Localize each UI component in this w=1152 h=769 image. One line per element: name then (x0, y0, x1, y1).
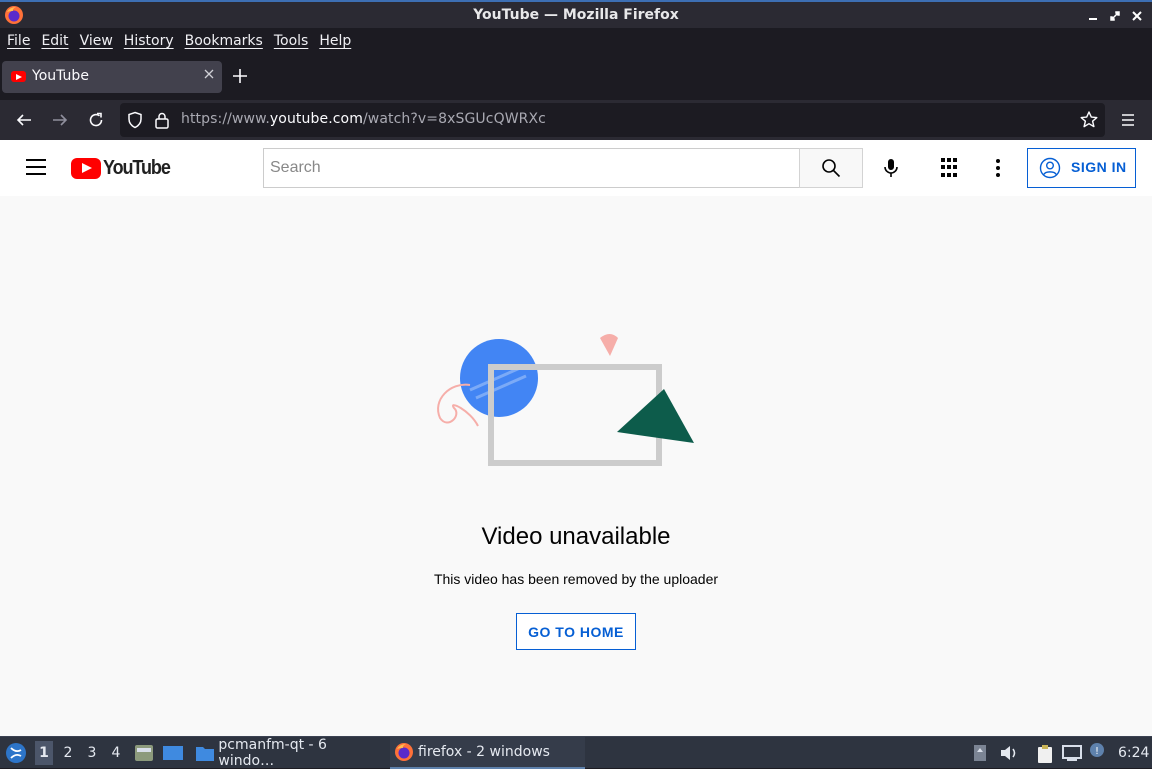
network-icon[interactable] (1062, 744, 1082, 762)
minimize-icon (1089, 18, 1097, 20)
microphone-icon[interactable] (879, 156, 903, 180)
show-desktop-icon[interactable] (162, 743, 184, 763)
notification-icon[interactable]: ! (1089, 742, 1105, 758)
menu-help[interactable]: Help (315, 33, 358, 49)
workspace-1[interactable]: 1 (35, 741, 53, 765)
menu-file[interactable]: File (3, 33, 37, 49)
reload-button[interactable] (84, 108, 108, 132)
clipboard-icon[interactable] (1035, 744, 1055, 764)
firefox-icon (395, 743, 413, 761)
navigation-toolbar: https://www.youtube.com/watch?v=8xSGUcQW… (0, 100, 1152, 140)
close-icon (1132, 11, 1142, 21)
youtube-favicon-icon (11, 71, 26, 82)
search-icon (822, 159, 841, 178)
taskbar-task-firefox[interactable]: firefox - 2 windows (390, 737, 585, 769)
sign-in-label: SIGN IN (1071, 159, 1127, 175)
window-controls (1082, 6, 1148, 26)
maximize-button[interactable] (1104, 6, 1126, 26)
tab-strip: YouTube (0, 54, 1152, 100)
new-tab-button[interactable] (233, 66, 247, 88)
tab-youtube[interactable]: YouTube (2, 61, 222, 93)
search-input[interactable] (264, 149, 799, 187)
task-label: pcmanfm-qt - 6 windo… (218, 737, 327, 769)
lock-icon[interactable] (154, 111, 170, 129)
more-options-icon[interactable] (996, 159, 1000, 177)
hamburger-menu-icon (1122, 114, 1134, 126)
video-unavailable-illustration (437, 334, 694, 466)
window-titlebar: YouTube — Mozilla Firefox (0, 0, 1152, 28)
folder-icon (196, 747, 214, 761)
search-box (263, 148, 800, 188)
error-title: Video unavailable (481, 523, 671, 550)
file-manager-launcher-icon[interactable] (134, 743, 154, 763)
back-button[interactable] (12, 108, 36, 132)
shield-icon[interactable] (126, 111, 144, 129)
account-circle-icon (1039, 157, 1061, 179)
app-menu-button[interactable] (1116, 108, 1140, 132)
menu-history[interactable]: History (120, 33, 181, 49)
plus-icon (233, 69, 247, 83)
window-title: YouTube — Mozilla Firefox (473, 7, 679, 23)
go-to-home-button[interactable]: GO TO HOME (516, 613, 636, 650)
menu-bookmarks[interactable]: Bookmarks (181, 33, 270, 49)
arrow-right-icon (53, 114, 68, 126)
guide-menu-icon[interactable] (26, 159, 46, 175)
tab-title: YouTube (32, 68, 89, 84)
youtube-logo-text: YouTube (103, 156, 171, 179)
menu-bar: File Edit View History Bookmarks Tools H… (0, 28, 1152, 54)
system-taskbar: 1 2 3 4 pcmanfm-qt - 6 windo… firefox - … (0, 736, 1152, 769)
close-window-button[interactable] (1126, 6, 1148, 26)
url-bar[interactable]: https://www.youtube.com/watch?v=8xSGUcQW… (120, 103, 1105, 137)
workspace-4[interactable]: 4 (107, 745, 125, 761)
close-icon (204, 69, 214, 79)
youtube-play-icon (71, 157, 101, 179)
youtube-header: YouTube SIGN IN (0, 140, 1152, 196)
search-button[interactable] (799, 148, 863, 188)
apps-grid-icon[interactable] (941, 158, 961, 178)
youtube-logo[interactable]: YouTube (71, 156, 177, 180)
task-label: firefox - 2 windows (418, 744, 550, 760)
clock[interactable]: 6:24 (1118, 745, 1149, 761)
volume-icon[interactable] (999, 744, 1019, 762)
taskbar-task-pcmanfm[interactable]: pcmanfm-qt - 6 windo… (192, 737, 382, 769)
storage-tray-icon[interactable] (972, 744, 988, 762)
reload-icon (89, 112, 103, 127)
restore-icon (1110, 11, 1120, 21)
menu-tools[interactable]: Tools (270, 33, 316, 49)
firefox-icon (5, 6, 23, 24)
forward-button[interactable] (48, 108, 72, 132)
url-text[interactable]: https://www.youtube.com/watch?v=8xSGUcQW… (181, 111, 546, 127)
menu-view[interactable]: View (76, 33, 120, 49)
svg-text:!: ! (1095, 746, 1099, 757)
arrow-left-icon (16, 114, 31, 126)
workspace-3[interactable]: 3 (83, 745, 101, 761)
sign-in-button[interactable]: SIGN IN (1027, 148, 1136, 188)
bookmark-star-icon[interactable] (1079, 110, 1099, 130)
start-menu-icon[interactable] (5, 742, 27, 764)
minimize-button[interactable] (1082, 6, 1104, 26)
workspace-2[interactable]: 2 (59, 745, 77, 761)
web-page: YouTube SIGN IN Video unavailable This v… (0, 140, 1152, 736)
tab-close-button[interactable] (204, 67, 214, 83)
error-subtitle: This video has been removed by the uploa… (433, 571, 719, 587)
menu-edit[interactable]: Edit (37, 33, 75, 49)
